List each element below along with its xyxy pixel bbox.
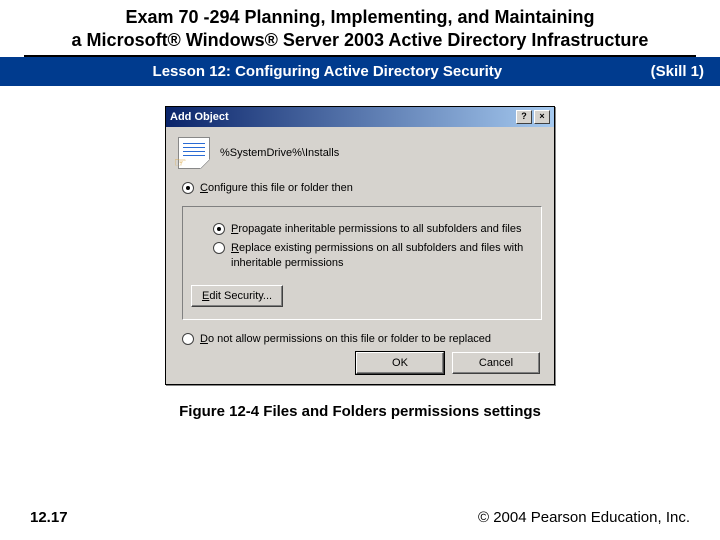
option-do-not-allow-label: Do not allow permissions on this file or… <box>200 332 491 347</box>
option-propagate[interactable]: Propagate inheritable permissions to all… <box>213 222 533 237</box>
close-button[interactable]: × <box>534 110 550 124</box>
skill-label: (Skill 1) <box>639 63 704 80</box>
lesson-title: Lesson 12: Configuring Active Directory … <box>16 63 639 80</box>
close-icon: × <box>539 112 544 121</box>
slide-title: Exam 70 -294 Planning, Implementing, and… <box>24 0 696 57</box>
option-do-not-allow[interactable]: Do not allow permissions on this file or… <box>182 332 542 347</box>
option-configure-label: Configure this file or folder then <box>200 181 353 196</box>
cancel-button[interactable]: Cancel <box>452 352 540 374</box>
lesson-bar: Lesson 12: Configuring Active Directory … <box>0 57 720 86</box>
option-replace-label: Replace existing permissions on all subf… <box>231 241 533 271</box>
object-path: %SystemDrive%\Installs <box>220 147 339 159</box>
slide-title-line2: a Microsoft® Windows® Server 2003 Active… <box>34 29 686 52</box>
help-button[interactable]: ? <box>516 110 532 124</box>
figure-caption: Figure 12-4 Files and Folders permission… <box>0 403 720 420</box>
edit-security-button[interactable]: Edit Security... <box>191 285 283 307</box>
radio-icon <box>182 333 194 345</box>
option-configure[interactable]: Configure this file or folder then <box>182 181 542 196</box>
radio-icon <box>213 242 225 254</box>
copyright: © 2004 Pearson Education, Inc. <box>478 509 690 526</box>
configure-subpanel: Propagate inheritable permissions to all… <box>182 206 542 321</box>
ok-button[interactable]: OK <box>356 352 444 374</box>
option-propagate-label: Propagate inheritable permissions to all… <box>231 222 521 237</box>
slide-title-line1: Exam 70 -294 Planning, Implementing, and… <box>34 6 686 29</box>
radio-icon <box>213 223 225 235</box>
add-object-dialog: Add Object ? × ☞ %SystemDrive%\Installs … <box>165 106 555 385</box>
slide-footer: 12.17 © 2004 Pearson Education, Inc. <box>0 509 720 526</box>
help-icon: ? <box>521 112 527 121</box>
dialog-titlebar[interactable]: Add Object ? × <box>166 107 554 127</box>
page-number: 12.17 <box>30 509 68 526</box>
dialog-title: Add Object <box>170 111 514 123</box>
radio-icon <box>182 182 194 194</box>
options-group: Configure this file or folder then Propa… <box>182 181 542 347</box>
option-replace[interactable]: Replace existing permissions on all subf… <box>213 241 533 271</box>
note-icon: ☞ <box>178 137 210 169</box>
